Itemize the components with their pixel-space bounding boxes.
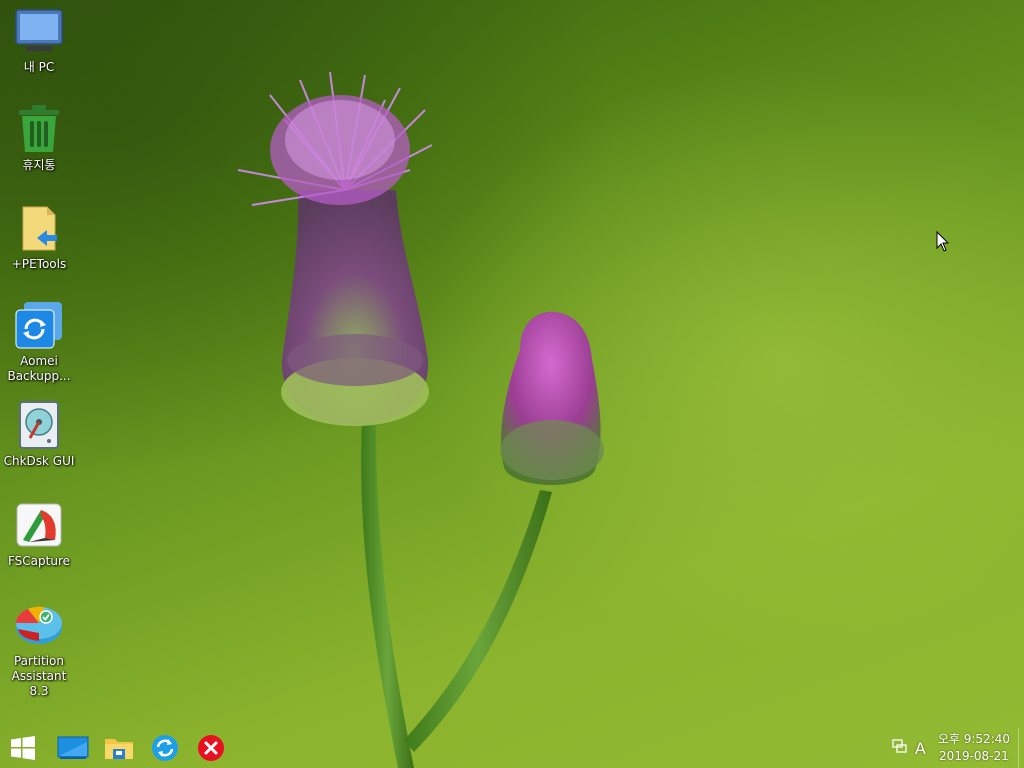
network-icon[interactable]	[891, 738, 907, 758]
desktop-icon-partition-assistant[interactable]: Partition Assistant 8.3	[2, 600, 76, 699]
clock[interactable]: 오후 9:52:40 2019-08-21	[938, 731, 1010, 765]
monitor-icon	[13, 6, 65, 56]
desktop-icon-recycle-bin[interactable]: 휴지통	[2, 104, 76, 173]
desktop-icon-label: +PETools	[11, 257, 67, 271]
shortcut-folder-icon	[13, 203, 65, 253]
desktop-icon-label: Aomei Backupp...	[7, 354, 71, 383]
windows-logo-icon	[11, 736, 35, 760]
desktop-icon-chkdsk-gui[interactable]: ChkDsk GUI	[2, 400, 76, 469]
partition-assistant-icon	[13, 600, 65, 650]
desktop-icon-label: Partition Assistant 8.3	[11, 654, 67, 698]
desktop-icon-label: 휴지통	[22, 158, 56, 172]
desktop-icon-label: ChkDsk GUI	[3, 454, 75, 468]
ime-indicator[interactable]: A	[915, 739, 926, 758]
taskbar: A 오후 9:52:40 2019-08-21	[0, 728, 1024, 768]
taskbar-desktop-view-button[interactable]	[50, 728, 96, 768]
desktop-icon-fscapture[interactable]: FSCapture	[2, 500, 76, 569]
fscapture-icon	[13, 500, 65, 550]
desktop-icon-my-pc[interactable]: 내 PC	[2, 6, 76, 75]
desktop-icon-label: FSCapture	[7, 554, 71, 568]
wallpaper-flower-image	[237, 71, 604, 768]
desktop[interactable]: 내 PC 휴지통 +PETools Aomei Backupp... ChkDs…	[0, 0, 1024, 768]
system-tray: A 오후 9:52:40 2019-08-21	[891, 728, 1024, 768]
desktop-icon-petools[interactable]: +PETools	[2, 203, 76, 272]
red-x-icon	[198, 735, 224, 761]
aomei-backupper-icon	[13, 300, 65, 350]
taskbar-file-explorer-button[interactable]	[96, 728, 142, 768]
start-button[interactable]	[0, 728, 46, 768]
show-desktop-button[interactable]	[1018, 728, 1024, 768]
taskbar-close-button[interactable]	[188, 728, 234, 768]
recycle-bin-icon	[13, 104, 65, 154]
folder-icon	[105, 739, 133, 759]
desktop-icon-aomei-backupper[interactable]: Aomei Backupp...	[2, 300, 76, 384]
clock-time: 오후 9:52:40	[937, 732, 1010, 746]
disk-check-icon	[13, 400, 65, 450]
taskbar-refresh-button[interactable]	[142, 728, 188, 768]
monitor-screen-icon	[57, 736, 89, 759]
mouse-cursor-icon	[936, 231, 950, 252]
desktop-icon-label: 내 PC	[23, 60, 55, 74]
clock-date: 2019-08-21	[939, 749, 1009, 763]
refresh-icon	[152, 735, 178, 761]
